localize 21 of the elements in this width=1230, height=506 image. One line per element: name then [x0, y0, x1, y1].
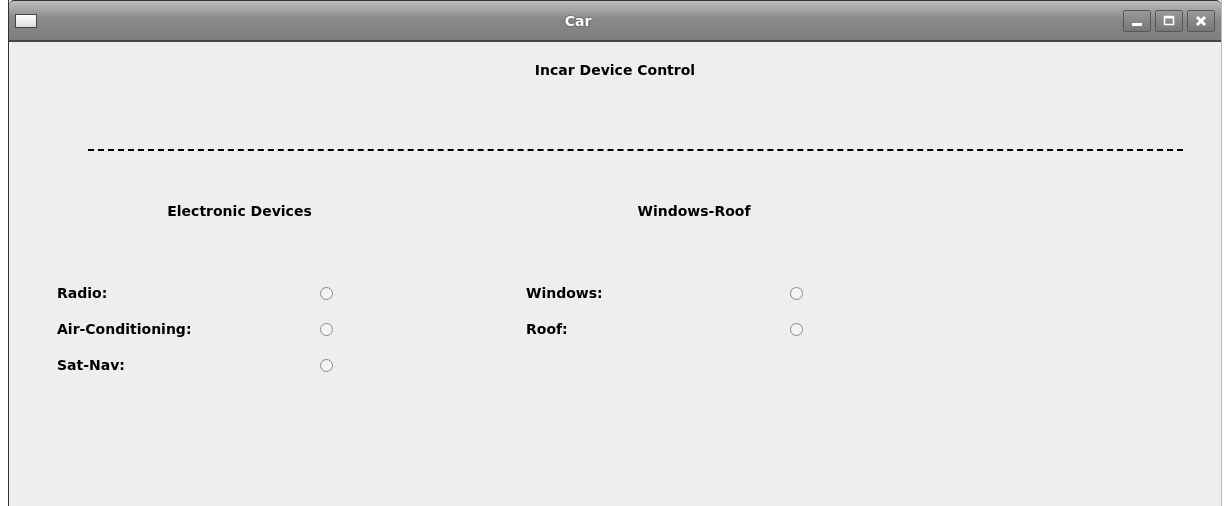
maximize-button[interactable] — [1155, 9, 1183, 32]
option-label: Windows: — [526, 285, 604, 301]
radio-button[interactable] — [790, 322, 803, 336]
maximize-icon — [1163, 14, 1175, 27]
radio-button[interactable] — [320, 322, 333, 336]
minimize-icon — [1132, 23, 1142, 26]
option-label: Roof: — [526, 321, 569, 337]
section-heading: Electronic Devices — [166, 203, 313, 221]
minimize-button[interactable] — [1123, 9, 1151, 32]
window-icon[interactable] — [15, 13, 37, 28]
close-icon — [1195, 14, 1207, 27]
section-heading: Windows-Roof — [636, 203, 752, 221]
close-button[interactable] — [1187, 9, 1215, 32]
window-title: Car — [563, 12, 593, 29]
radio-button[interactable] — [790, 286, 803, 300]
radio-button[interactable] — [320, 286, 333, 300]
option-label: Air-Conditioning: — [57, 321, 193, 337]
radio-button[interactable] — [320, 358, 333, 372]
option-label: Radio: — [57, 285, 109, 301]
page-heading: Incar Device Control — [533, 62, 697, 80]
option-label: Sat-Nav: — [57, 357, 126, 373]
